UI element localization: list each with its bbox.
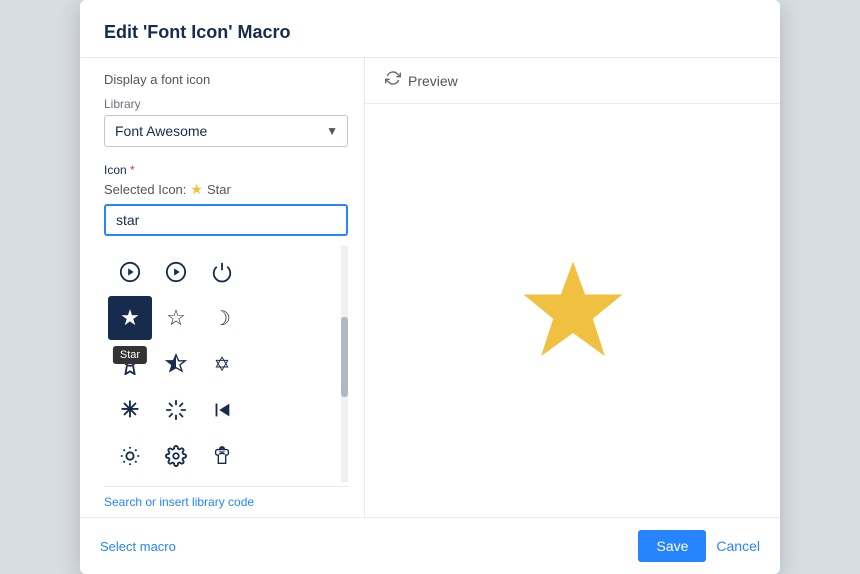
footer-right: Save Cancel — [638, 530, 760, 562]
icon-cell-star-outline[interactable]: ☆ — [154, 296, 198, 340]
select-macro-link[interactable]: Select macro — [100, 539, 176, 554]
modal: Edit 'Font Icon' Macro Display a font ic… — [80, 0, 780, 574]
selected-star-icon: ★ — [190, 181, 203, 198]
preview-label: Preview — [408, 73, 458, 89]
icon-cell-sun[interactable] — [108, 434, 152, 478]
save-button[interactable]: Save — [638, 530, 706, 562]
preview-area — [365, 104, 780, 517]
icon-cell-cog[interactable] — [154, 434, 198, 478]
icon-cell-mosque[interactable] — [200, 434, 244, 478]
icon-cell-star-half[interactable] — [154, 342, 198, 386]
icon-required-label: Icon * — [104, 163, 135, 177]
preview-star-icon — [518, 256, 628, 366]
search-code-link[interactable]: Search or insert library code — [104, 486, 348, 517]
asterisk-icon: ✳ — [121, 397, 139, 423]
icon-cell-award[interactable] — [108, 342, 152, 386]
icon-cell-play-circle[interactable] — [108, 250, 152, 294]
icon-cell-asterisk2[interactable] — [154, 388, 198, 432]
modal-body: Display a font icon Library Font Awesome… — [80, 58, 780, 517]
icon-cell-asterisk[interactable]: ✳ — [108, 388, 152, 432]
display-label: Display a font icon — [104, 72, 348, 87]
icon-cell-crescent[interactable]: ☽ — [200, 296, 244, 340]
icon-grid: ★ Star ☆ ☽ — [104, 246, 348, 482]
selected-icon-info: Selected Icon: ★ Star — [104, 181, 348, 198]
scroll-thumb[interactable] — [341, 317, 348, 397]
scroll-track[interactable] — [341, 246, 348, 482]
icon-cell-power[interactable] — [200, 250, 244, 294]
cancel-button[interactable]: Cancel — [716, 538, 760, 554]
refresh-icon — [385, 70, 401, 91]
search-input[interactable] — [104, 204, 348, 236]
library-select[interactable]: Font Awesome Material Icons Ionicons — [104, 115, 348, 147]
preview-header: Preview — [365, 58, 780, 104]
library-label: Library — [104, 97, 348, 111]
selected-icon-text: Selected Icon: — [104, 182, 186, 197]
modal-footer: Select macro Save Cancel — [80, 517, 780, 574]
icon-cell-step-back[interactable] — [200, 388, 244, 432]
icon-grid-container: ★ Star ☆ ☽ — [104, 246, 348, 482]
crescent-icon: ☽ — [213, 306, 231, 331]
left-panel: Display a font icon Library Font Awesome… — [80, 58, 365, 517]
star-outline-icon: ☆ — [166, 305, 186, 331]
selected-icon-name: Star — [207, 182, 231, 197]
modal-title: Edit 'Font Icon' Macro — [80, 0, 780, 58]
library-select-wrapper: Font Awesome Material Icons Ionicons ▼ — [104, 115, 348, 147]
star-david-icon: ✡ — [214, 352, 231, 377]
icon-cell-star-david[interactable]: ✡ — [200, 342, 244, 386]
icon-field-label-row: Icon * — [104, 161, 348, 179]
icon-cell-star[interactable]: ★ Star — [108, 296, 152, 340]
star-icon: ★ — [120, 305, 140, 331]
icon-cell-play-circle-outline[interactable] — [154, 250, 198, 294]
right-panel: Preview — [365, 58, 780, 517]
